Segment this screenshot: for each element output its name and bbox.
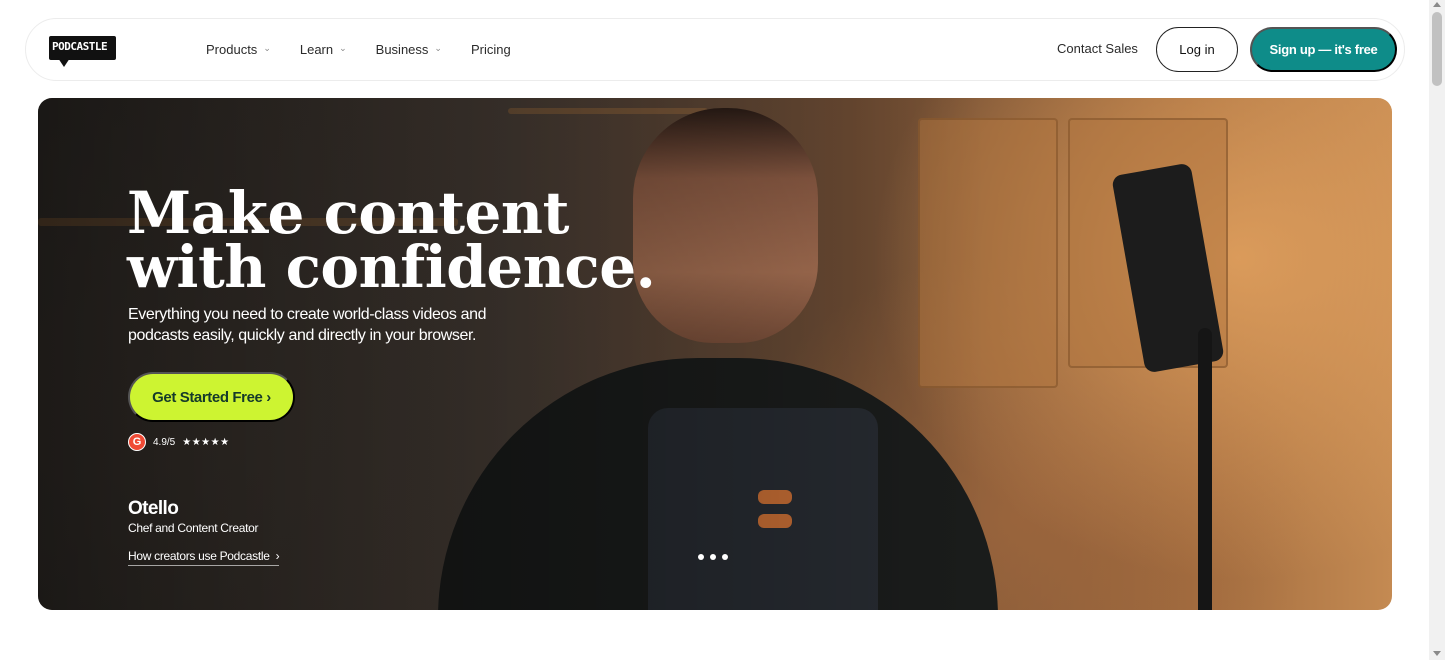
- creator-name: Otello: [128, 498, 179, 519]
- g2-icon: G: [128, 433, 146, 451]
- scroll-thumb[interactable]: [1432, 12, 1442, 86]
- headline-line-1: Make content: [127, 179, 569, 247]
- hero-banner: Make content with confidence. Everything…: [38, 98, 1392, 610]
- nav-item-pricing[interactable]: Pricing: [471, 42, 511, 57]
- scroll-up-arrow-icon[interactable]: [1433, 2, 1441, 7]
- chevron-down-icon: ⌄: [263, 43, 271, 53]
- nav-item-business[interactable]: Business ⌄: [376, 42, 442, 57]
- podcastle-logo[interactable]: PODCASTLE: [49, 34, 117, 68]
- g2-rating: G 4.9/5 ★★★★★: [128, 433, 230, 451]
- top-navbar: PODCASTLE Products ⌄ Learn ⌄ Business ⌄ …: [25, 18, 1405, 81]
- main-nav: Products ⌄ Learn ⌄ Business ⌄ Pricing: [206, 19, 540, 80]
- creators-link[interactable]: How creators use Podcastle ›: [128, 549, 280, 566]
- contact-sales-link[interactable]: Contact Sales: [1057, 41, 1138, 56]
- headline-line-2: with confidence.: [127, 233, 656, 301]
- nav-item-label: Products: [206, 42, 258, 57]
- creator-role: Chef and Content Creator: [128, 521, 259, 535]
- logo-tail: [58, 58, 70, 67]
- nav-item-label: Learn: [299, 42, 334, 57]
- carousel-dot[interactable]: [722, 554, 728, 560]
- rating-score: 4.9/5: [153, 436, 176, 448]
- carousel-dots: [698, 554, 728, 560]
- login-button[interactable]: Log in: [1156, 27, 1238, 72]
- hero-subhead: Everything you need to create world-clas…: [128, 306, 487, 344]
- hero-headline: Make content with confidence.: [127, 179, 656, 301]
- nav-item-label: Business: [375, 42, 429, 57]
- nav-item-learn[interactable]: Learn ⌄: [300, 42, 347, 57]
- vertical-scrollbar[interactable]: [1429, 0, 1445, 660]
- carousel-dot[interactable]: [710, 554, 716, 560]
- chevron-down-icon: ⌄: [434, 43, 442, 53]
- nav-item-label: Pricing: [470, 42, 511, 57]
- creators-link-label: How creators use Podcastle: [128, 549, 270, 563]
- carousel-dot[interactable]: [698, 554, 704, 560]
- chevron-down-icon: ⌄: [339, 43, 347, 53]
- page: PODCASTLE Products ⌄ Learn ⌄ Business ⌄ …: [0, 0, 1445, 660]
- nav-item-products[interactable]: Products ⌄: [206, 42, 271, 57]
- chevron-right-icon: ›: [275, 549, 280, 563]
- get-started-button[interactable]: Get Started Free ›: [128, 372, 295, 422]
- logo-text: PODCASTLE: [52, 40, 108, 53]
- scroll-down-arrow-icon[interactable]: [1433, 651, 1441, 656]
- rating-stars: ★★★★★: [182, 436, 230, 448]
- signup-button[interactable]: Sign up — it's free: [1250, 27, 1397, 72]
